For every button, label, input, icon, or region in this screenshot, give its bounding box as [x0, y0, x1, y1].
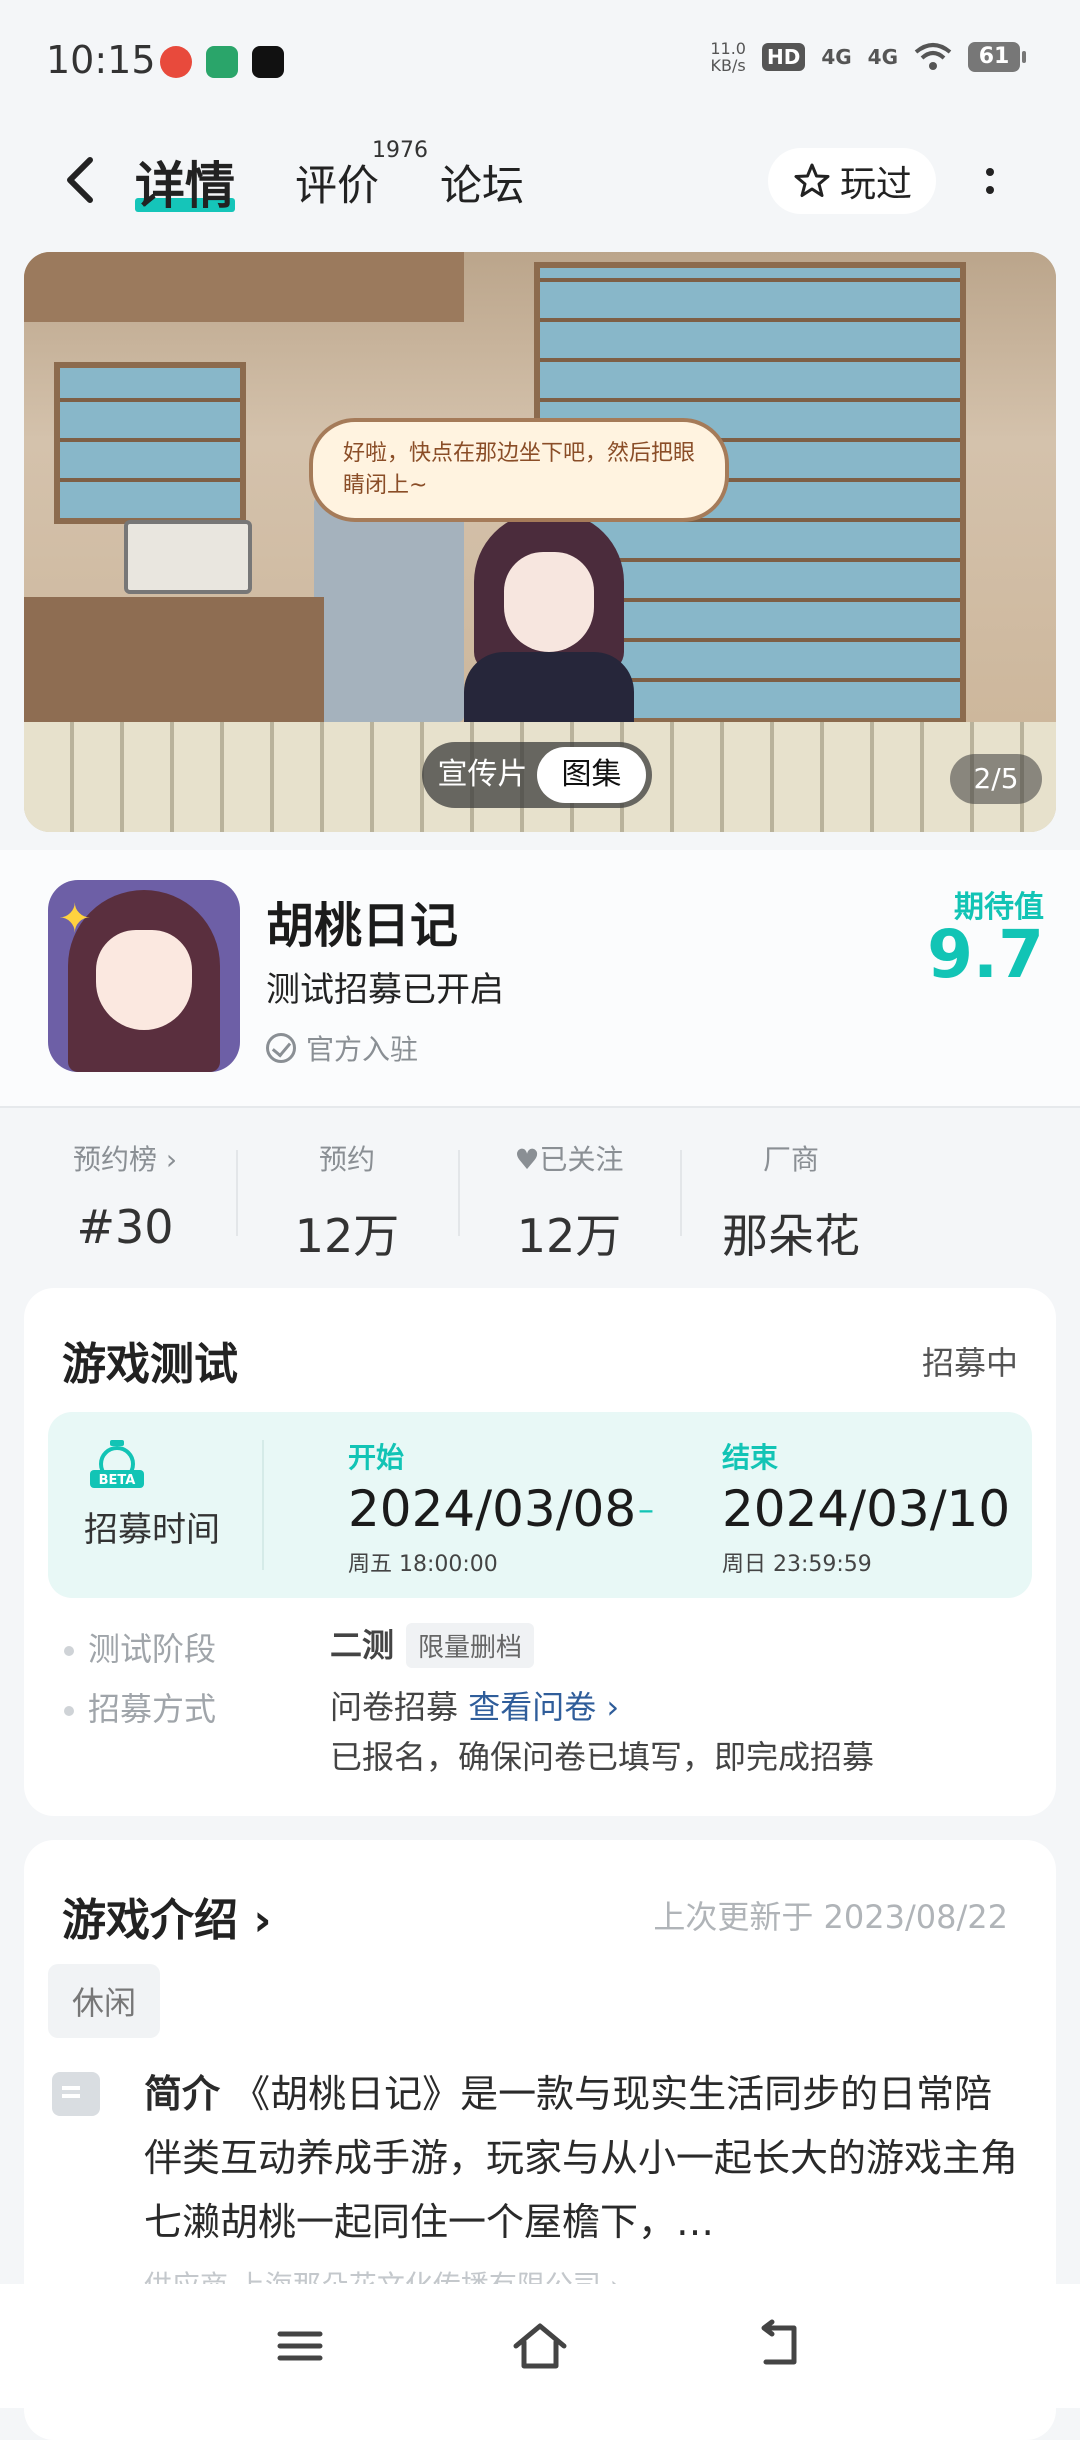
range-dash-icon: – — [638, 1490, 654, 1528]
toggle-gallery[interactable]: 图集 — [537, 747, 646, 803]
divider — [0, 1106, 1080, 1108]
star-icon — [794, 163, 830, 197]
genre-tag[interactable]: 休闲 — [48, 1964, 161, 2038]
media-toggle[interactable]: 宣传片 图集 — [422, 742, 652, 808]
signal-icon-2: 4G — [867, 45, 898, 69]
wifi-icon — [914, 43, 952, 70]
played-button[interactable]: 玩过 — [768, 148, 936, 214]
method-value: 问卷招募 查看问卷 › — [330, 1688, 620, 1726]
end-head: 结束 — [722, 1441, 779, 1474]
method-label: 招募方式 — [64, 1684, 216, 1730]
start-sub: 周五 18:00:00 — [348, 1552, 498, 1577]
media-banner[interactable]: 好啦，快点在那边坐下吧，然后把眼睛闭上~ 宣传片 图集 2/5 — [24, 252, 1056, 832]
stage-value: 二测 限量删档 — [330, 1620, 535, 1668]
stat-ranking[interactable]: 预约榜 › #30 — [14, 1110, 236, 1270]
beta-stopwatch-icon: BETA — [90, 1440, 144, 1488]
game-info: ✦ 胡桃日记 测试招募已开启 官方入驻 期待值 9.7 — [0, 850, 1080, 1108]
review-count: 1976 — [372, 138, 428, 163]
page-indicator: 2/5 — [950, 754, 1042, 804]
expect-score: 9.7 — [927, 916, 1044, 993]
stat-developer[interactable]: 厂商 那朵花 — [680, 1110, 902, 1270]
svg-text:BETA: BETA — [99, 1473, 136, 1488]
home-app-icon — [206, 46, 238, 78]
end-sub: 周日 23:59:59 — [722, 1552, 872, 1577]
recruit-time-box: BETA 招募时间 开始 2024/03/08 周五 18:00:00 – 结束… — [48, 1412, 1032, 1598]
start-date: 2024/03/08 — [348, 1480, 637, 1538]
tab-forum[interactable]: 论坛 — [440, 152, 524, 213]
signal-icon: 4G — [821, 45, 852, 69]
recruit-label: 招募时间 — [84, 1510, 220, 1550]
sparkle-icon: ✦ — [58, 896, 92, 942]
notification-icons — [160, 46, 284, 78]
back-nav-icon[interactable] — [750, 2318, 810, 2374]
check-circle-icon — [266, 1033, 296, 1063]
tab-reviews[interactable]: 评价 — [295, 152, 379, 213]
home-icon[interactable] — [510, 2318, 570, 2374]
tab-detail[interactable]: 详情 — [135, 146, 235, 218]
stage-tag: 限量删档 — [406, 1623, 535, 1668]
end-date: 2024/03/10 — [722, 1480, 1011, 1538]
start-head: 开始 — [348, 1441, 405, 1474]
intro-title[interactable]: 游戏介绍 › — [62, 1884, 271, 1948]
test-state: 招募中 — [921, 1344, 1018, 1382]
stage-label: 测试阶段 — [64, 1624, 216, 1670]
dialogue-bubble: 好啦，快点在那边坐下吧，然后把眼睛闭上~ — [309, 418, 729, 522]
net-speed: 11.0 KB/s — [710, 39, 746, 75]
hd-icon: HD — [761, 43, 806, 71]
back-icon[interactable] — [56, 150, 106, 210]
app-notification-icon — [160, 46, 192, 78]
character-illustration — [454, 512, 644, 722]
last-updated: 上次更新于 2023/08/22 — [653, 1898, 1008, 1936]
official-badge: 官方入驻 — [266, 1028, 418, 1068]
status-time: 10:15 — [46, 38, 156, 82]
top-nav: 详情 评价 1976 论坛 玩过 — [0, 130, 1080, 230]
test-title: 游戏测试 — [62, 1339, 238, 1390]
description-icon — [52, 2072, 100, 2116]
stat-reservations: 预约 12万 — [236, 1110, 458, 1270]
game-status: 测试招募已开启 — [266, 970, 504, 1010]
intro-description[interactable]: 简介 《胡桃日记》是一款与现实生活同步的日常陪伴类互动养成手游，玩家与从小一起长… — [144, 2062, 1024, 2254]
method-note: 已报名，确保问卷已填写，即完成招募 — [330, 1738, 875, 1776]
system-nav-bar — [0, 2284, 1080, 2408]
played-label: 玩过 — [839, 164, 912, 205]
battery-icon: 61 — [968, 42, 1026, 72]
more-menu-icon[interactable] — [975, 156, 1005, 206]
stat-followed[interactable]: ♥已关注 12万 — [458, 1110, 680, 1270]
game-test-card: 游戏测试 招募中 BETA 招募时间 开始 2024/03/08 周五 18:0… — [24, 1288, 1056, 1816]
status-bar: 10:15 11.0 KB/s HD 4G 4G 61 — [0, 0, 1080, 120]
toggle-video[interactable]: 宣传片 — [428, 747, 537, 803]
menu-icon[interactable] — [270, 2318, 330, 2374]
game-name: 胡桃日记 — [266, 898, 459, 954]
status-right: 11.0 KB/s HD 4G 4G 61 — [710, 39, 1026, 75]
stats-row: 预约榜 › #30 预约 12万 ♥已关注 12万 厂商 那朵花 — [0, 1110, 1080, 1270]
news-app-icon — [252, 46, 284, 78]
view-questionnaire-link[interactable]: 查看问卷 › — [468, 1688, 619, 1726]
game-app-icon: ✦ — [48, 880, 240, 1072]
